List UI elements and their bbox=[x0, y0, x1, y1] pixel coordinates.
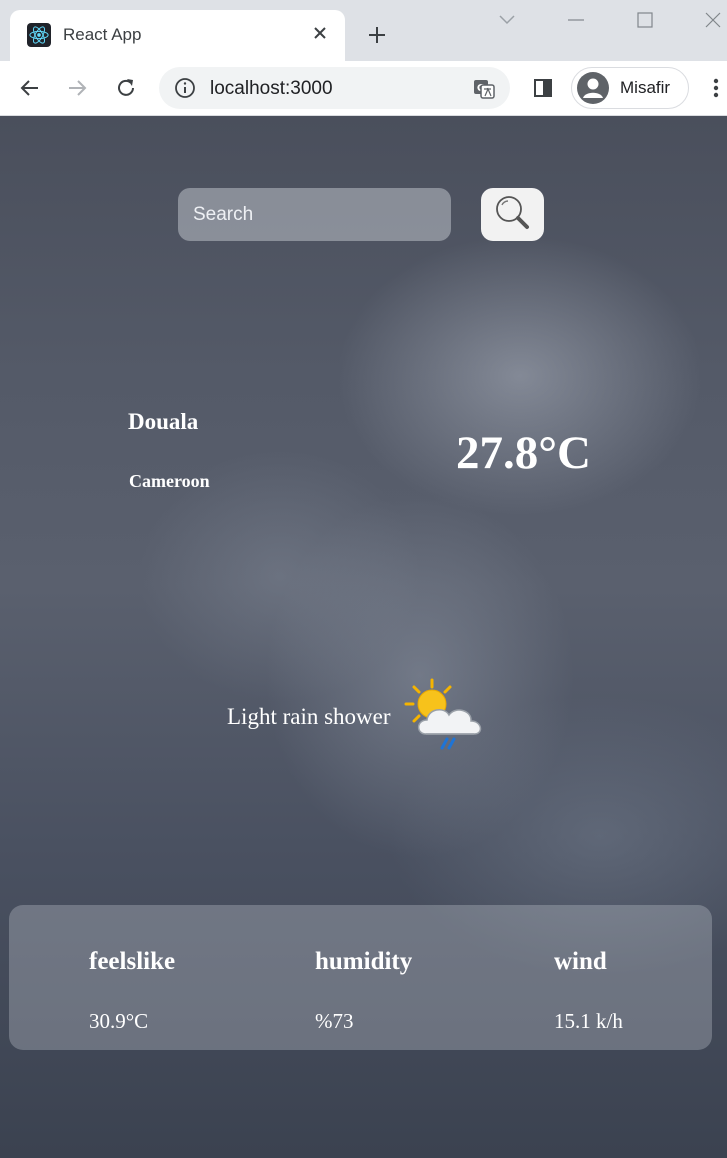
translate-icon[interactable]: G bbox=[472, 77, 496, 101]
profile-button[interactable]: Misafir bbox=[571, 67, 689, 109]
avatar bbox=[577, 72, 609, 104]
browser-toolbar: localhost:3000 G Misafir bbox=[0, 61, 727, 116]
feelslike-value: 30.9°C bbox=[89, 1009, 149, 1033]
wind-value: 15.1 k/h bbox=[554, 1009, 623, 1033]
search-button[interactable] bbox=[481, 188, 544, 241]
condition-text: Light rain shower bbox=[227, 704, 391, 729]
weather-details-panel: feelslike 30.9°C humidity %73 wind 15.1 … bbox=[9, 905, 712, 1050]
search-icon bbox=[493, 194, 533, 235]
weather-app: Douala Cameroon 27.8°C Light rain shower… bbox=[0, 116, 727, 1158]
window-close-icon[interactable] bbox=[698, 8, 727, 32]
browser-tab[interactable]: React App bbox=[10, 10, 345, 61]
wind-label: wind bbox=[554, 948, 607, 975]
forward-arrow-icon[interactable] bbox=[60, 71, 94, 105]
tab-title: React App bbox=[63, 25, 142, 44]
feelslike-label: feelslike bbox=[89, 948, 176, 975]
tab-search-chevron-icon[interactable] bbox=[492, 8, 522, 32]
temperature: 27.8°C bbox=[456, 427, 591, 479]
tab-close-icon[interactable] bbox=[309, 22, 331, 44]
url-text: localhost:3000 bbox=[210, 78, 333, 99]
side-panel-icon[interactable] bbox=[526, 71, 560, 105]
humidity-value: %73 bbox=[315, 1009, 354, 1033]
search-input[interactable] bbox=[178, 188, 451, 241]
country-name: Cameroon bbox=[129, 471, 210, 491]
maximize-icon[interactable] bbox=[630, 8, 660, 32]
back-arrow-icon[interactable] bbox=[13, 71, 47, 105]
address-bar[interactable]: localhost:3000 G bbox=[159, 67, 510, 109]
profile-name: Misafir bbox=[620, 78, 671, 97]
humidity-label: humidity bbox=[315, 948, 413, 975]
minimize-icon[interactable] bbox=[561, 8, 591, 32]
reload-icon[interactable] bbox=[109, 71, 143, 105]
site-info-icon[interactable] bbox=[174, 77, 196, 99]
new-tab-plus-icon[interactable] bbox=[362, 20, 392, 50]
city-name: Douala bbox=[128, 409, 199, 434]
sun-cloud-rain-icon bbox=[402, 676, 488, 758]
more-menu-icon[interactable] bbox=[699, 71, 727, 105]
react-favicon-icon bbox=[27, 23, 51, 47]
browser-tab-strip: React App bbox=[0, 0, 727, 61]
